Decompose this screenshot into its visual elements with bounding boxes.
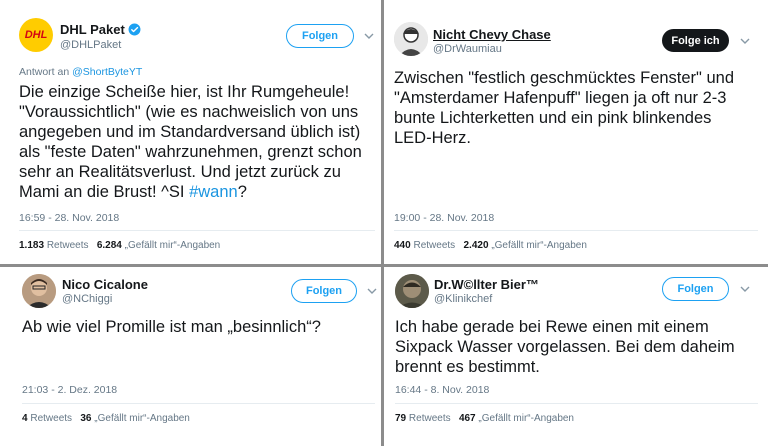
tweet-card: Nico Cicalone @NChiggi Folgen Ab wie vie… [0, 267, 381, 446]
person-sketch-icon [394, 22, 428, 56]
follow-button[interactable]: Folgen [291, 279, 357, 303]
person-photo-icon [22, 274, 56, 308]
display-name[interactable]: Nico Cicalone [62, 277, 148, 292]
avatar[interactable]: DHL [19, 18, 53, 52]
display-name[interactable]: Nicht Chevy Chase [433, 27, 551, 42]
avatar[interactable] [22, 274, 56, 308]
grid-divider-horizontal [0, 264, 768, 267]
tweet-card: DHL DHL Paket @DHLPaket Folgen Antwort a… [0, 0, 381, 264]
avatar[interactable] [395, 274, 429, 308]
tweet-stats: 79 Retweets 467 „Gefällt mir“-Angaben [395, 413, 574, 424]
tweet-card: Dr.W©llter Bier™ @Klinikchef Folgen Ich … [384, 267, 768, 446]
timestamp[interactable]: 21:03 - 2. Dez. 2018 [22, 384, 117, 396]
chevron-down-icon[interactable] [739, 283, 751, 295]
tweet-collage: DHL DHL Paket @DHLPaket Folgen Antwort a… [0, 0, 768, 446]
tweet-stats: 4 Retweets 36 „Gefällt mir“-Angaben [22, 413, 190, 424]
tweet-card: Nicht Chevy Chase @DrWaumiau Folge ich Z… [384, 0, 768, 264]
divider [19, 230, 375, 231]
handle[interactable]: @NChiggi [62, 293, 112, 305]
display-name[interactable]: Dr.W©llter Bier™ [434, 277, 539, 292]
chevron-down-icon[interactable] [739, 35, 751, 47]
handle[interactable]: @DrWaumiau [433, 43, 502, 55]
reply-mention-link[interactable]: @ShortByteYT [72, 66, 142, 78]
divider [22, 403, 375, 404]
avatar[interactable] [394, 22, 428, 56]
tweet-text: Die einzige Scheiße hier, ist Ihr Rumgeh… [19, 83, 362, 201]
divider [394, 230, 758, 231]
tweet-text: Zwischen "festlich geschmücktes Fenster"… [394, 69, 735, 147]
divider [395, 403, 758, 404]
handle[interactable]: @DHLPaket [60, 39, 121, 51]
verified-badge-icon [128, 23, 141, 36]
dhl-logo: DHL [24, 29, 48, 41]
timestamp[interactable]: 16:44 - 8. Nov. 2018 [395, 384, 489, 396]
reply-context: Antwort an @ShortByteYT [19, 66, 143, 78]
handle[interactable]: @Klinikchef [434, 293, 492, 305]
follow-button[interactable]: Folgen [662, 277, 729, 301]
timestamp[interactable]: 19:00 - 28. Nov. 2018 [394, 212, 494, 224]
timestamp[interactable]: 16:59 - 28. Nov. 2018 [19, 212, 119, 224]
chevron-down-icon[interactable] [366, 285, 378, 297]
grid-divider-vertical [381, 0, 384, 446]
tweet-text: Ab wie viel Promille ist man „besinnlich… [22, 318, 321, 336]
tweet-text: Ich habe gerade bei Rewe einen mit einem… [395, 318, 735, 376]
display-name[interactable]: DHL Paket [60, 22, 141, 37]
follow-button[interactable]: Folgen [286, 24, 354, 48]
chevron-down-icon[interactable] [363, 30, 375, 42]
person-photo-icon [395, 274, 429, 308]
tweet-stats: 1.183 Retweets 6.284 „Gefällt mir“-Angab… [19, 240, 221, 251]
hashtag-link[interactable]: #wann [189, 183, 238, 201]
tweet-stats: 440 Retweets 2.420 „Gefällt mir“-Angaben [394, 240, 587, 251]
following-button[interactable]: Folge ich [662, 29, 729, 52]
